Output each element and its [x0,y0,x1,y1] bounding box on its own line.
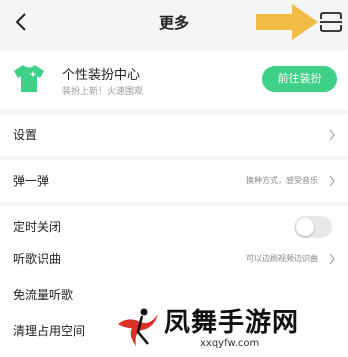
dancing-figure-logo-icon [118,308,158,346]
watermark-text: 凤舞手游网 [164,308,300,338]
danmu-row[interactable]: 弹一弹 换种方式，感受音乐 [0,160,348,202]
recognize-song-hint: 可以边刷视频边识曲 [246,254,318,263]
chevron-right-icon [329,129,335,141]
toggle-knob [296,218,314,236]
recognize-song-label: 听歌识曲 [13,252,62,266]
watermark: 凤舞手游网 xxqyfw.com [110,298,348,357]
pointer-arrow-icon [256,4,318,40]
chevron-right-icon [329,175,335,187]
chevron-right-icon [329,253,335,265]
scan-icon[interactable] [320,12,342,32]
dress-up-subtitle: 装扮上新！火速围观 [62,87,144,97]
go-dress-up-button[interactable]: 前往装扮 [262,66,337,92]
dress-up-center-card: 个性装扮中心 装扮上新！火速围观 前往装扮 [0,50,348,110]
danmu-hint: 换种方式，感受音乐 [246,176,318,185]
timer-label: 定时关闭 [13,220,62,234]
watermark-url: xxqyfw.com [200,338,260,349]
tshirt-icon [14,65,44,92]
settings-row[interactable]: 设置 [0,114,348,156]
settings-label: 设置 [13,128,38,142]
danmu-label: 弹一弹 [13,174,50,188]
clear-storage-label: 清理占用空间 [13,324,86,338]
timer-toggle[interactable] [294,216,332,238]
free-data-label: 免流量听歌 [13,288,74,302]
top-bar: 更多 [0,0,348,46]
dress-up-title: 个性装扮中心 [62,68,141,83]
